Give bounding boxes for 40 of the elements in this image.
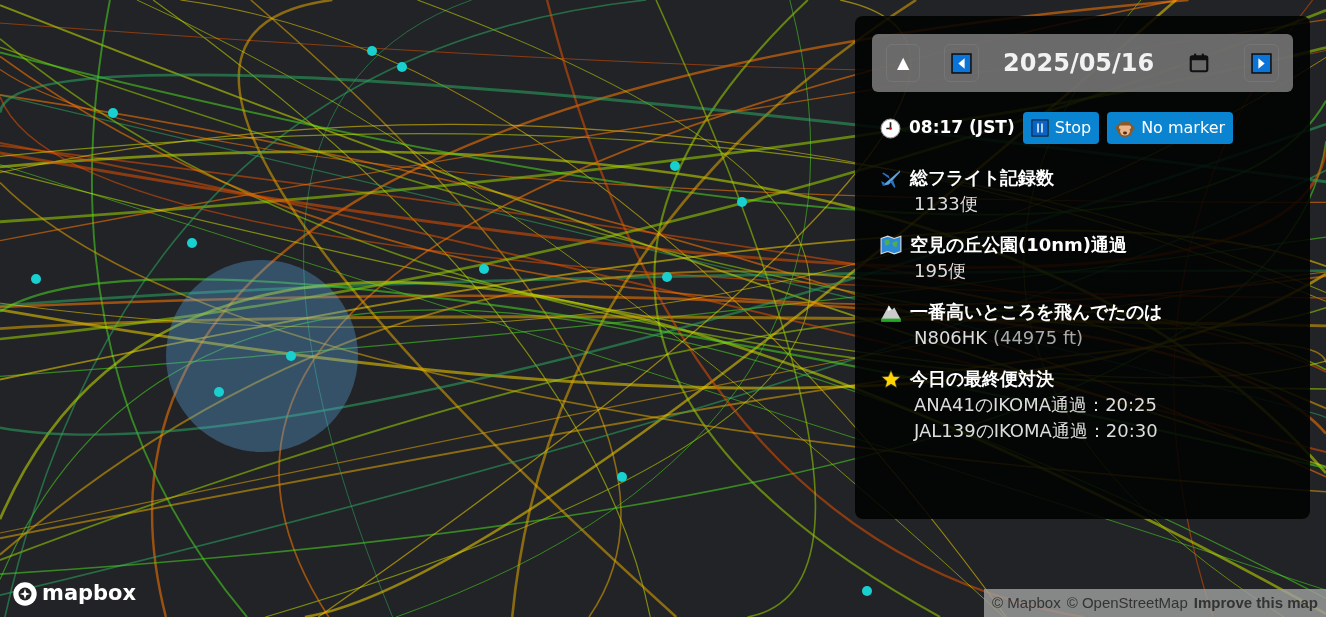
- stat-value: 195便: [914, 259, 968, 284]
- waypoint-dot: [187, 238, 197, 248]
- waypoint-dot: [108, 108, 118, 118]
- clock-icon: [880, 117, 901, 139]
- map-icon: [880, 233, 902, 256]
- stat-title: 今日の最終便対決: [910, 367, 1054, 392]
- calendar-icon: [1188, 52, 1211, 74]
- waypoint-dot: [31, 274, 41, 284]
- logo-text: mapbox: [42, 580, 137, 607]
- waypoint-dot: [662, 272, 672, 282]
- stat-title: 総フライト記録数: [910, 166, 1054, 190]
- stat-title: 一番高いところを飛んでたのは: [910, 300, 1162, 325]
- stat-title: 空見の丘公園(10nm)通過: [910, 233, 1128, 258]
- star-icon: [880, 367, 902, 390]
- pause-icon: [1030, 119, 1049, 137]
- waypoint-dot: [862, 586, 872, 596]
- mapbox-logo-icon: [12, 580, 38, 607]
- waypoint-dot: [479, 264, 489, 274]
- waypoint-dot: [214, 387, 224, 397]
- waypoint-dot: [397, 62, 407, 72]
- waypoint-dot: [617, 472, 627, 482]
- stat-value: N806HK (44975 ft): [914, 326, 1084, 351]
- collapse-button[interactable]: ▲: [886, 44, 921, 82]
- attribution-text: © OpenStreetMap: [1066, 592, 1188, 613]
- stop-button[interactable]: Stop: [1022, 112, 1100, 144]
- improve-map-link[interactable]: Improve this map: [1193, 591, 1318, 614]
- previous-day-button[interactable]: [944, 44, 980, 82]
- next-day-button[interactable]: [1244, 44, 1279, 82]
- attribution-text: © Mapbox: [992, 592, 1061, 613]
- stat-value: JAL139のIKOMA通過：20:30: [914, 419, 1159, 444]
- waypoint-dot: [737, 197, 747, 207]
- date-text: 2025/05/16: [1003, 48, 1155, 79]
- marker-toggle-button[interactable]: No marker: [1107, 112, 1234, 144]
- stat-value: 1133便: [914, 192, 979, 216]
- waypoint-dot: [367, 46, 377, 56]
- stat-value: ANA41のIKOMA通過：20:25: [914, 393, 1158, 418]
- waypoint-dot: [286, 351, 296, 361]
- time-text: 08:17 (JST): [909, 116, 1015, 140]
- monkey-face-icon: [1115, 118, 1136, 138]
- waypoint-dot: [670, 161, 680, 171]
